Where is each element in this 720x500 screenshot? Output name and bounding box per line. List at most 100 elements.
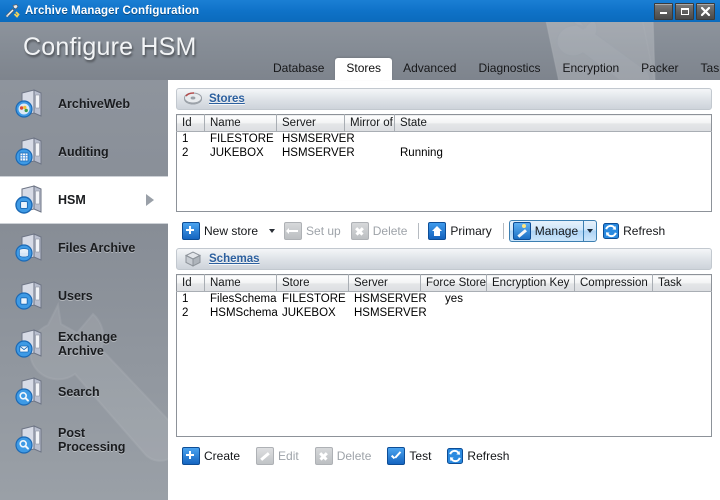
cell-state <box>395 132 711 146</box>
column-header-task[interactable]: Task <box>653 275 712 292</box>
delete-store-button[interactable]: Delete <box>347 220 414 242</box>
set-up-button[interactable]: Set up <box>280 220 347 242</box>
column-header-id[interactable]: Id <box>177 115 205 132</box>
column-header-state[interactable]: State <box>395 115 712 132</box>
cell-store: FILESTORE <box>277 292 349 306</box>
cell-server: HSMSERVER <box>277 132 345 146</box>
tab-stores[interactable]: Stores <box>335 58 392 80</box>
close-x-icon <box>315 447 333 465</box>
cell-id: 1 <box>177 292 205 306</box>
table-row[interactable]: 2 HSMSchema JUKEBOX HSMSERVER <box>177 306 711 320</box>
sidebar-item-label: ArchiveWeb <box>58 97 130 111</box>
server-audit-icon <box>14 135 48 169</box>
manage-label: Manage <box>535 224 578 238</box>
sidebar-item-archiveweb[interactable]: ArchiveWeb <box>0 80 168 128</box>
tab-packer[interactable]: Packer <box>630 58 689 80</box>
cell-state: Running <box>395 146 711 160</box>
sidebar: ArchiveWeb Auditing <box>0 80 168 500</box>
tab-bar: Database Stores Advanced Diagnostics Enc… <box>262 58 720 80</box>
new-store-button[interactable]: New store <box>178 220 264 242</box>
sidebar-item-label: Post Processing <box>58 426 154 454</box>
tab-advanced[interactable]: Advanced <box>392 58 467 80</box>
maximize-button[interactable] <box>675 3 694 20</box>
column-header-force-store[interactable]: Force Store <box>421 275 487 292</box>
tab-database[interactable]: Database <box>262 58 335 80</box>
stores-panel-title: Stores <box>209 93 245 105</box>
refresh-stores-button[interactable]: Refresh <box>599 220 671 242</box>
column-header-mirror-of[interactable]: Mirror of <box>345 115 395 132</box>
new-store-dropdown-button[interactable] <box>264 220 280 242</box>
stores-grid-body[interactable]: 1 FILESTORE HSMSERVER 2 JUKEBOX HSMSERVE… <box>176 132 712 212</box>
set-up-label: Set up <box>306 224 341 238</box>
window-title: Archive Manager Configuration <box>25 5 199 17</box>
server-hsm-icon <box>14 183 48 217</box>
sidebar-item-label: Exchange Archive <box>58 330 154 358</box>
schemas-grid-header: Id Name Store Server Force Store Encrypt… <box>176 274 712 292</box>
schemas-grid-body[interactable]: 1 FilesSchema FILESTORE HSMSERVER yes 2 … <box>176 292 712 437</box>
application-window: Archive Manager Configuration Configure … <box>0 0 720 500</box>
setup-icon <box>284 222 302 240</box>
refresh-schemas-button[interactable]: Refresh <box>443 445 515 467</box>
cell-store: JUKEBOX <box>277 306 349 320</box>
test-button[interactable]: Test <box>383 445 437 467</box>
chevron-down-icon <box>269 229 275 233</box>
tab-tasks[interactable]: Tasks <box>690 58 720 80</box>
cell-compression <box>575 292 653 306</box>
delete-store-label: Delete <box>373 224 408 238</box>
edit-button[interactable]: Edit <box>252 445 305 467</box>
manage-dropdown-button[interactable] <box>583 220 597 242</box>
sidebar-item-users[interactable]: Users <box>0 272 168 320</box>
tools-icon <box>4 3 20 19</box>
table-row[interactable]: 1 FILESTORE HSMSERVER <box>177 132 711 146</box>
create-label: Create <box>204 449 240 463</box>
sidebar-item-label: HSM <box>58 193 86 207</box>
manage-button[interactable]: Manage <box>509 220 583 242</box>
sidebar-item-hsm[interactable]: HSM <box>0 176 168 224</box>
cell-name: HSMSchema <box>205 306 277 320</box>
plus-icon <box>182 447 200 465</box>
sidebar-item-search[interactable]: Search <box>0 368 168 416</box>
column-header-server[interactable]: Server <box>277 115 345 132</box>
column-header-compression[interactable]: Compression <box>575 275 653 292</box>
column-header-name[interactable]: Name <box>205 115 277 132</box>
column-header-store[interactable]: Store <box>277 275 349 292</box>
delete-schema-button[interactable]: Delete <box>311 445 378 467</box>
column-header-server[interactable]: Server <box>349 275 421 292</box>
table-row[interactable]: 2 JUKEBOX HSMSERVER Running <box>177 146 711 160</box>
table-row[interactable]: 1 FilesSchema FILESTORE HSMSERVER yes <box>177 292 711 306</box>
page-title: Configure HSM <box>23 33 197 62</box>
pencil-icon <box>256 447 274 465</box>
cell-id: 1 <box>177 132 205 146</box>
primary-button[interactable]: Primary <box>424 220 497 242</box>
refresh-icon <box>447 448 463 464</box>
primary-label: Primary <box>450 224 491 238</box>
check-icon <box>387 447 405 465</box>
column-header-encryption-key[interactable]: Encryption Key <box>487 275 575 292</box>
tab-encryption[interactable]: Encryption <box>551 58 630 80</box>
column-header-id[interactable]: Id <box>177 275 205 292</box>
cell-name: FilesSchema <box>205 292 277 306</box>
minimize-button[interactable] <box>654 3 673 20</box>
create-button[interactable]: Create <box>178 445 246 467</box>
cell-encryption-key <box>487 292 575 306</box>
sidebar-item-files-archive[interactable]: Files Archive <box>0 224 168 272</box>
stores-toolbar: New store Set up Delete Primary Manage <box>178 218 712 244</box>
sidebar-item-label: Auditing <box>58 145 109 159</box>
table-header-row: Id Name Server Mirror of State <box>177 115 712 132</box>
wand-icon <box>513 222 531 240</box>
cell-compression <box>575 306 653 320</box>
sidebar-item-exchange-archive[interactable]: Exchange Archive <box>0 320 168 368</box>
server-mail-icon <box>14 327 48 361</box>
close-icon[interactable] <box>696 3 715 20</box>
sidebar-item-post-processing[interactable]: Post Processing <box>0 416 168 464</box>
schemas-grid: Id Name Store Server Force Store Encrypt… <box>176 274 712 437</box>
sidebar-item-auditing[interactable]: Auditing <box>0 128 168 176</box>
stores-grid: Id Name Server Mirror of State 1 FILESTO… <box>176 114 712 212</box>
tab-diagnostics[interactable]: Diagnostics <box>467 58 551 80</box>
test-label: Test <box>409 449 431 463</box>
cube-icon <box>183 250 203 268</box>
server-users-icon <box>14 279 48 313</box>
stores-panel-header: Stores <box>176 88 712 110</box>
cell-id: 2 <box>177 146 205 160</box>
column-header-name[interactable]: Name <box>205 275 277 292</box>
